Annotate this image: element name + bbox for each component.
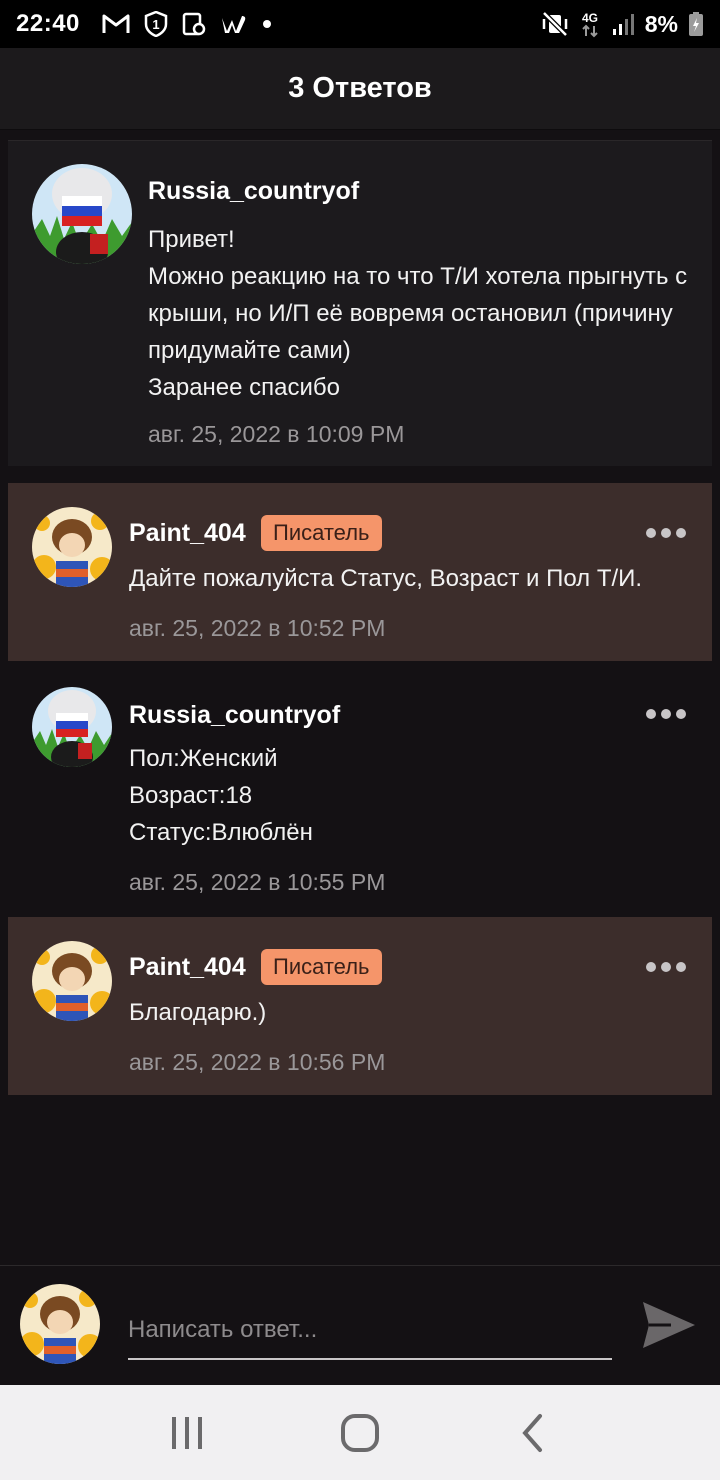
page-title: 3 Ответов bbox=[288, 72, 432, 104]
send-button[interactable] bbox=[640, 1298, 698, 1352]
writer-badge: Писатель bbox=[261, 949, 382, 985]
reply-date: авг. 25, 2022 в 10:52 PM bbox=[129, 615, 386, 641]
reply-item: Russia_countryof Пол:Женский Возраст:18 … bbox=[8, 663, 712, 915]
dot-icon bbox=[676, 528, 686, 538]
dot-icon bbox=[646, 962, 656, 972]
gmail-icon bbox=[102, 13, 130, 35]
mute-vibrate-icon bbox=[541, 11, 569, 37]
battery-percent: 8% bbox=[644, 10, 678, 37]
back-icon bbox=[522, 1413, 543, 1452]
reply-author[interactable]: Paint_404 bbox=[129, 953, 246, 982]
dot-icon bbox=[646, 709, 656, 719]
svg-text:1: 1 bbox=[152, 17, 159, 32]
wattpad-icon bbox=[220, 13, 248, 35]
reply-text: Благодарю.) bbox=[129, 999, 267, 1026]
battery-icon bbox=[688, 11, 704, 37]
comment-date: авг. 25, 2022 в 10:09 PM bbox=[148, 421, 405, 447]
original-comment: Russia_countryof Привет! Можно реакцию н… bbox=[8, 140, 712, 466]
dot-icon bbox=[661, 528, 671, 538]
comment-text: Привет! Можно реакцию на то что Т/И хоте… bbox=[148, 226, 688, 401]
dot-icon bbox=[661, 962, 671, 972]
network-label: 4G bbox=[582, 11, 598, 25]
reply-input[interactable] bbox=[128, 1302, 612, 1360]
system-nav-bar bbox=[0, 1385, 720, 1480]
more-options-button[interactable] bbox=[646, 526, 686, 540]
signal-icon bbox=[611, 12, 635, 36]
avatar[interactable] bbox=[32, 164, 132, 264]
reply-item: Paint_404 Писатель Благодарю.) авг. 25, … bbox=[8, 917, 712, 1095]
home-icon bbox=[340, 1413, 379, 1452]
avatar bbox=[20, 1284, 100, 1364]
avatar[interactable] bbox=[32, 507, 112, 587]
notification-icons: 1 bbox=[102, 11, 272, 37]
status-time: 22:40 bbox=[16, 10, 80, 37]
home-button[interactable] bbox=[330, 1403, 390, 1463]
recent-apps-button[interactable] bbox=[157, 1403, 217, 1463]
avatar[interactable] bbox=[32, 941, 112, 1021]
system-icons: 4G 8% bbox=[541, 10, 704, 38]
back-button[interactable] bbox=[503, 1403, 563, 1463]
reply-text: Пол:Женский Возраст:18 Статус:Влюблён bbox=[129, 745, 313, 846]
dot-icon bbox=[262, 19, 272, 29]
dot-icon bbox=[646, 528, 656, 538]
status-bar: 22:40 1 4G 8% bbox=[0, 0, 720, 48]
replies-header: 3 Ответов bbox=[0, 48, 720, 130]
one-icon: 1 bbox=[144, 11, 168, 37]
comment-author[interactable]: Russia_countryof bbox=[148, 177, 359, 206]
dot-icon bbox=[661, 709, 671, 719]
reply-author[interactable]: Russia_countryof bbox=[129, 701, 340, 730]
network-icon: 4G bbox=[579, 10, 601, 38]
app-icon bbox=[182, 12, 206, 36]
more-options-button[interactable] bbox=[646, 960, 686, 974]
reply-date: авг. 25, 2022 в 10:56 PM bbox=[129, 1049, 386, 1075]
send-icon bbox=[643, 1302, 695, 1348]
reply-text: Дайте пожалуйста Статус, Возраст и Пол Т… bbox=[129, 565, 643, 592]
recent-apps-icon bbox=[171, 1416, 202, 1449]
dot-icon bbox=[676, 709, 686, 719]
reply-author[interactable]: Paint_404 bbox=[129, 519, 246, 548]
more-options-button[interactable] bbox=[646, 707, 686, 721]
avatar[interactable] bbox=[32, 687, 112, 767]
reply-date: авг. 25, 2022 в 10:55 PM bbox=[129, 869, 386, 895]
writer-badge: Писатель bbox=[261, 515, 382, 551]
reply-composer bbox=[0, 1265, 720, 1385]
dot-icon bbox=[676, 962, 686, 972]
reply-item: Paint_404 Писатель Дайте пожалуйста Стат… bbox=[8, 483, 712, 661]
